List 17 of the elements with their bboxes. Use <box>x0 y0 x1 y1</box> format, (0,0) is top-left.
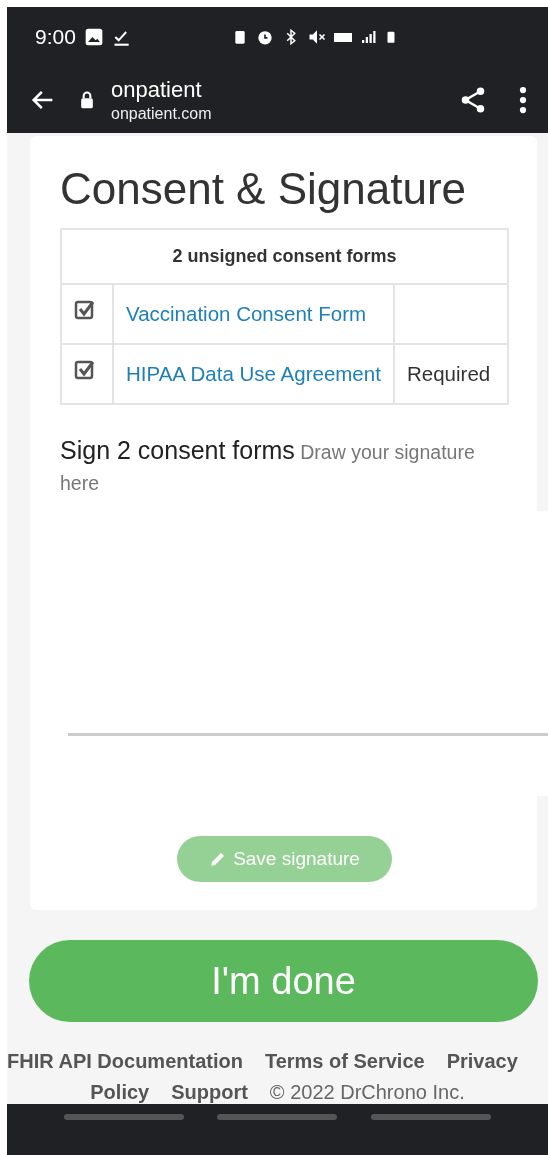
checkbox-icon[interactable] <box>74 359 96 382</box>
clock: 9:00 <box>35 25 76 49</box>
page-heading: Consent & Signature <box>60 164 468 215</box>
checkbox-icon[interactable] <box>74 299 96 322</box>
footer-link[interactable]: Policy <box>90 1081 150 1105</box>
sign-instructions: Sign 2 consent forms Draw your signature here <box>60 435 476 497</box>
table-header: 2 unsigned consent forms <box>61 229 508 285</box>
page-title: onpatient <box>111 77 203 104</box>
copyright: © 2022 DrChrono Inc. <box>269 1081 465 1105</box>
footer-link[interactable]: FHIR API Documentation <box>7 1050 243 1074</box>
image-icon <box>83 27 104 47</box>
page-url: onpatient.com <box>111 105 213 124</box>
footer-link[interactable]: Support <box>171 1081 248 1105</box>
footer-link[interactable]: Terms of Service <box>264 1050 425 1074</box>
more-menu-icon[interactable] <box>518 85 528 116</box>
footer-link[interactable]: Privacy <box>446 1050 518 1074</box>
required-label: Required <box>407 362 491 386</box>
